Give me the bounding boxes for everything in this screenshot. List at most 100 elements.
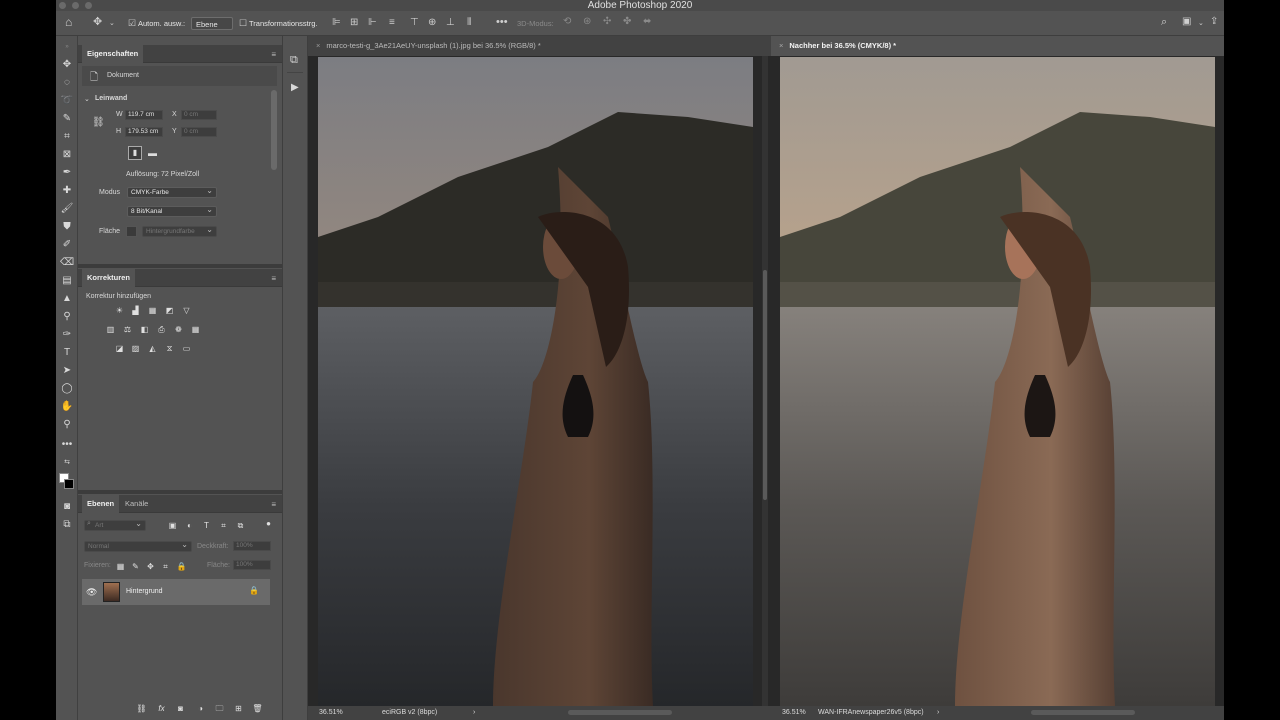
more-options-icon[interactable]: ••• bbox=[496, 17, 508, 28]
chevron-right-icon[interactable]: › bbox=[473, 706, 475, 720]
gradient-tool-icon[interactable]: ▤ bbox=[60, 274, 74, 288]
color-mode-select[interactable]: CMYK-Farbe bbox=[127, 186, 217, 198]
workspace-chevron-icon[interactable]: ⌄ bbox=[1198, 19, 1204, 29]
lock-position-icon[interactable]: ✥ bbox=[145, 562, 156, 571]
frame-tool-icon[interactable]: ⊠ bbox=[60, 148, 74, 162]
move-tool-icon[interactable]: ✥ bbox=[93, 17, 102, 28]
threshold-icon[interactable]: ◭ bbox=[147, 344, 158, 353]
link-layers-icon[interactable]: ⛓ bbox=[136, 704, 147, 713]
visibility-eye-icon[interactable]: 👁 bbox=[86, 587, 97, 598]
selective-color-icon[interactable]: ⧖ bbox=[164, 344, 175, 353]
3d-pan-icon[interactable]: ✣ bbox=[603, 17, 611, 27]
brush-tool-icon[interactable]: 🖌 bbox=[60, 202, 74, 216]
screen-mode-icon[interactable]: ⧉ bbox=[60, 518, 74, 532]
photo-filter-icon[interactable]: ⎙ bbox=[156, 325, 167, 334]
minimize-window-button[interactable] bbox=[72, 2, 79, 9]
checkbox-unchecked-icon[interactable]: ☐ bbox=[239, 18, 247, 28]
move-tool-icon[interactable]: ✥ bbox=[60, 58, 74, 72]
horizontal-scrollbar[interactable] bbox=[568, 710, 672, 715]
lock-artboard-icon[interactable]: ⌗ bbox=[160, 562, 171, 571]
layer-row[interactable]: 👁 Hintergrund 🔒 bbox=[82, 579, 270, 605]
filter-type-icon[interactable]: T bbox=[201, 521, 212, 530]
lock-transparent-icon[interactable]: ▦ bbox=[115, 562, 126, 571]
zoom-window-button[interactable] bbox=[85, 2, 92, 9]
lasso-tool-icon[interactable]: ➰ bbox=[60, 94, 74, 108]
levels-icon[interactable]: ▟ bbox=[130, 306, 141, 315]
new-adjustment-layer-icon[interactable]: ◑ bbox=[195, 704, 206, 713]
dodge-tool-icon[interactable]: ⚲ bbox=[60, 310, 74, 324]
brightness-contrast-icon[interactable]: ☀ bbox=[114, 306, 125, 315]
background-color-swatch[interactable] bbox=[64, 479, 74, 489]
lock-pixels-icon[interactable]: ✎ bbox=[130, 562, 141, 571]
tab-document-original[interactable]: × marco-testi-g_3Ae21AeUY-unsplash (1).jp… bbox=[308, 36, 771, 56]
y-field[interactable]: 0 cm bbox=[181, 127, 217, 137]
canvas-scrollbar[interactable] bbox=[763, 270, 767, 500]
width-field[interactable]: 119.7 cm bbox=[125, 110, 163, 120]
search-icon[interactable]: ⌕ bbox=[1161, 17, 1167, 28]
height-field[interactable]: 179.53 cm bbox=[125, 127, 163, 137]
filter-pixel-icon[interactable]: ▣ bbox=[167, 521, 178, 530]
edit-toolbar-icon[interactable]: ••• bbox=[60, 438, 74, 452]
chevron-right-icon[interactable]: › bbox=[937, 706, 939, 720]
marquee-tool-icon[interactable]: ◌ bbox=[60, 76, 74, 90]
align-right-icon[interactable]: ⊩ bbox=[368, 18, 377, 28]
exposure-icon[interactable]: ◩ bbox=[164, 306, 175, 315]
filter-toggle-icon[interactable]: ● bbox=[263, 519, 274, 528]
distribute-v-icon[interactable]: ⦀ bbox=[467, 18, 471, 28]
swap-colors-icon[interactable]: ⇆ bbox=[60, 456, 74, 470]
3d-slide-icon[interactable]: ✤ bbox=[623, 17, 631, 27]
layer-filter-select[interactable]: Art bbox=[84, 519, 146, 531]
history-panel-icon[interactable]: ⧉ bbox=[290, 54, 298, 67]
lock-all-icon[interactable]: 🔒 bbox=[176, 562, 187, 571]
workspace-icon[interactable]: ▣ bbox=[1182, 17, 1191, 27]
panel-menu-icon[interactable]: ≡ bbox=[271, 50, 276, 59]
zoom-level[interactable]: 36.51% bbox=[782, 706, 806, 720]
path-selection-tool-icon[interactable]: ➤ bbox=[60, 364, 74, 378]
quick-mask-icon[interactable]: ◙ bbox=[60, 500, 74, 514]
3d-roll-icon[interactable]: ⊛ bbox=[583, 17, 591, 27]
channel-mixer-icon[interactable]: ❁ bbox=[173, 325, 184, 334]
panel-menu-icon[interactable]: ≡ bbox=[271, 274, 276, 283]
vibrance-icon[interactable]: ▽ bbox=[181, 306, 192, 315]
fx-icon[interactable]: fx bbox=[156, 704, 167, 713]
history-brush-tool-icon[interactable]: ✐ bbox=[60, 238, 74, 252]
gradient-map-icon[interactable]: ▭ bbox=[181, 344, 192, 353]
color-profile[interactable]: WAN-IFRAnewspaper26v5 (8bpc) bbox=[818, 706, 924, 720]
fill-field[interactable]: 100% bbox=[233, 560, 271, 570]
tab-adjustments[interactable]: Korrekturen bbox=[82, 269, 135, 287]
curves-icon[interactable]: ▦ bbox=[147, 306, 158, 315]
x-field[interactable]: 0 cm bbox=[181, 110, 217, 120]
portrait-orientation-icon[interactable]: ▮ bbox=[128, 146, 142, 160]
home-icon[interactable]: ⌂ bbox=[65, 16, 72, 28]
type-tool-icon[interactable]: T bbox=[60, 346, 74, 360]
bit-depth-select[interactable]: 8 Bit/Kanal bbox=[127, 205, 217, 217]
zoom-level[interactable]: 36.51% bbox=[319, 706, 343, 720]
close-window-button[interactable] bbox=[59, 2, 66, 9]
close-tab-icon[interactable]: × bbox=[779, 41, 783, 50]
align-left-icon[interactable]: ⊫ bbox=[332, 18, 341, 28]
tab-properties[interactable]: Eigenschaften bbox=[82, 45, 144, 63]
3d-orbit-icon[interactable]: ⟲ bbox=[563, 17, 571, 27]
stamp-tool-icon[interactable]: ⛊ bbox=[60, 220, 74, 234]
landscape-orientation-icon[interactable]: ▬ bbox=[146, 147, 159, 159]
filter-adjustment-icon[interactable]: ◐ bbox=[184, 521, 195, 530]
align-middle-v-icon[interactable]: ⊕ bbox=[428, 18, 436, 28]
pen-tool-icon[interactable]: ✑ bbox=[60, 328, 74, 342]
filter-shape-icon[interactable]: ⌗ bbox=[218, 521, 229, 530]
align-top-icon[interactable]: ⊤ bbox=[410, 18, 419, 28]
shape-tool-icon[interactable]: ◯ bbox=[60, 382, 74, 396]
blend-mode-select[interactable]: Normal bbox=[84, 540, 192, 552]
fill-color-swatch[interactable] bbox=[126, 226, 137, 237]
horizontal-scrollbar[interactable] bbox=[1031, 710, 1135, 715]
3d-scale-icon[interactable]: ⬌ bbox=[643, 17, 651, 27]
chevron-down-icon[interactable]: ⌄ bbox=[84, 95, 90, 103]
tab-layers[interactable]: Ebenen bbox=[82, 495, 120, 513]
posterize-icon[interactable]: ▨ bbox=[130, 344, 141, 353]
properties-scrollbar[interactable] bbox=[271, 90, 277, 170]
layer-name[interactable]: Hintergrund bbox=[126, 588, 163, 595]
auto-select-dropdown[interactable]: Ebene bbox=[191, 17, 233, 30]
zoom-tool-icon[interactable]: ⚲ bbox=[60, 418, 74, 432]
filter-smart-object-icon[interactable]: ⧉ bbox=[235, 521, 246, 530]
canvas-after[interactable] bbox=[780, 57, 1215, 706]
canvas-original[interactable] bbox=[318, 57, 753, 706]
